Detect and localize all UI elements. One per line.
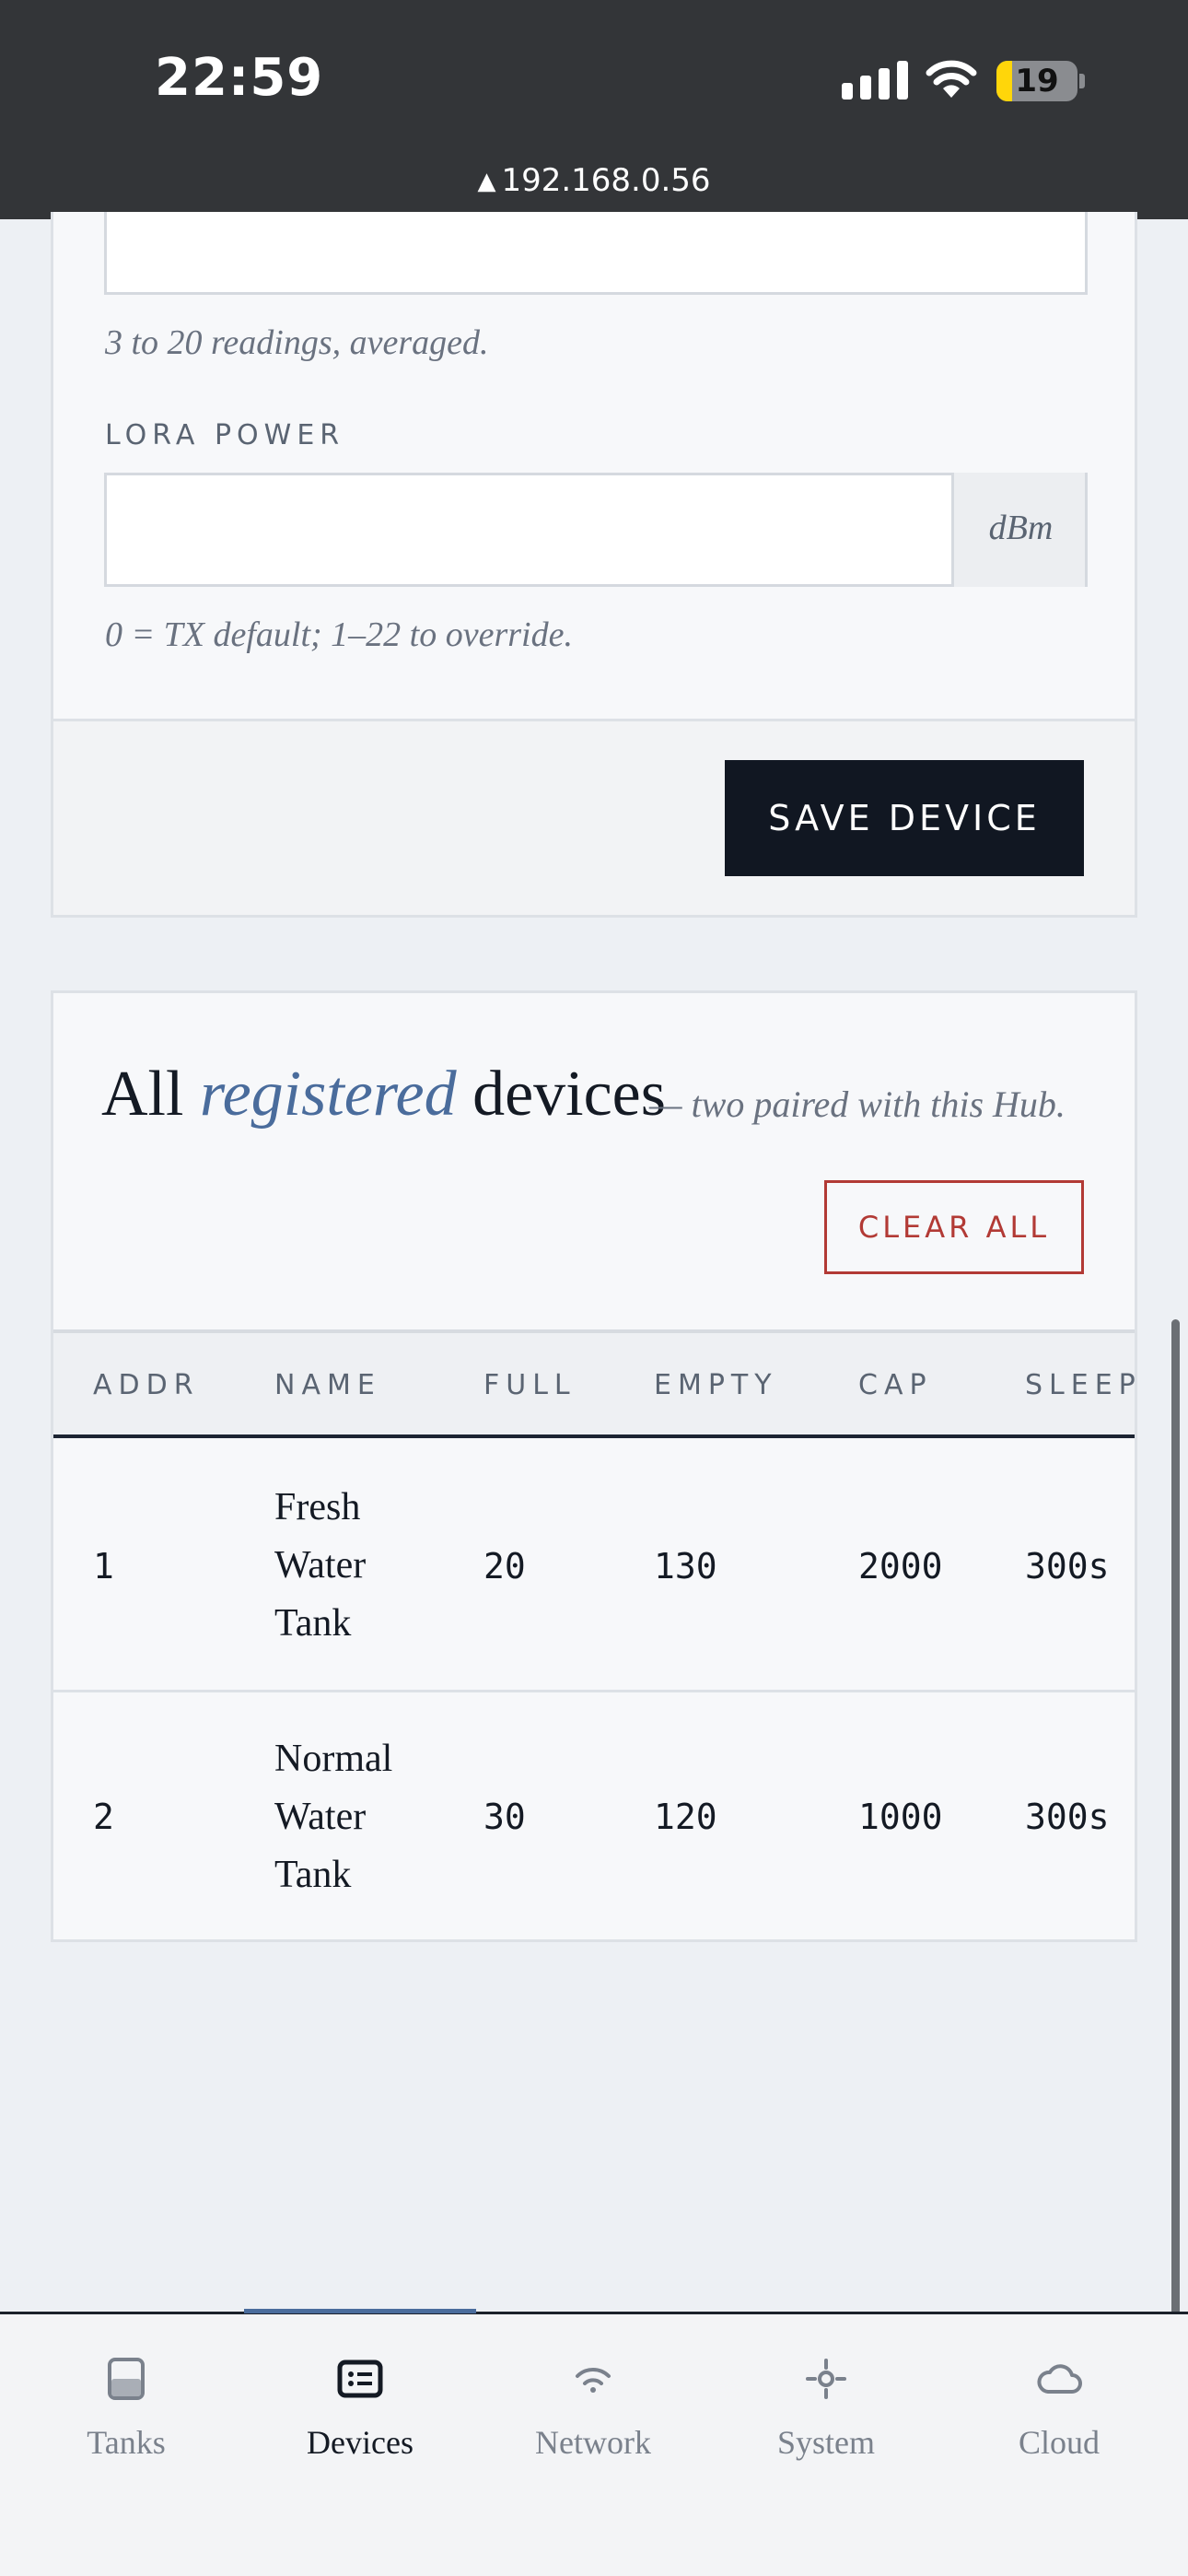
status-bar: 22:59 19 ▲ 192.168.0.56 <box>0 0 1188 219</box>
save-device-button[interactable]: SAVE DEVICE <box>725 760 1084 876</box>
battery-icon: 19 <box>996 61 1077 101</box>
device-settings-card: 3 to 20 readings, averaged. LORA POWER d… <box>51 212 1137 918</box>
tab-devices[interactable]: Devices <box>244 2342 476 2480</box>
tab-label: Tanks <box>87 2424 166 2461</box>
col-cap: CAP <box>858 1369 933 1401</box>
lora-power-unit: dBm <box>951 473 1088 587</box>
tab-label: Devices <box>307 2424 413 2461</box>
tab-cloud[interactable]: Cloud <box>943 2342 1175 2480</box>
tab-label: Network <box>535 2424 651 2461</box>
active-tab-indicator <box>244 2309 476 2313</box>
tab-system[interactable]: System <box>710 2342 942 2480</box>
title-highlight: registered <box>199 1059 457 1130</box>
clear-all-button[interactable]: CLEAR ALL <box>824 1180 1084 1274</box>
col-empty: EMPTY <box>654 1369 778 1401</box>
devices-icon <box>337 2359 383 2398</box>
col-sleep: SLEEP <box>1025 1369 1135 1401</box>
devices-table[interactable]: ADDR NAME FULL EMPTY CAP SLEEP 1 Fresh W… <box>53 1329 1135 1939</box>
lora-power-help: 0 = TX default; 1–22 to override. <box>105 615 573 654</box>
tab-tanks[interactable]: Tanks <box>10 2342 242 2480</box>
status-time: 22:59 <box>155 48 324 108</box>
cloud-icon <box>1037 2364 1082 2394</box>
cellular-signal-icon <box>842 61 908 100</box>
cell-cap: 1000 <box>858 1797 943 1837</box>
page-scrollbar[interactable] <box>1171 1319 1180 2416</box>
battery-level: 19 <box>1015 63 1059 100</box>
wifi-status-icon <box>926 60 977 98</box>
readings-input[interactable] <box>104 212 1088 295</box>
address-bar[interactable]: ▲ 192.168.0.56 <box>0 162 1188 199</box>
tab-network[interactable]: Network <box>477 2342 709 2480</box>
cell-addr: 1 <box>93 1545 114 1587</box>
devices-subtitle: — two paired with this Hub. <box>649 1083 1066 1125</box>
battery-cap <box>1079 74 1085 88</box>
title-suffix: devices <box>456 1059 666 1130</box>
card-footer: SAVE DEVICE <box>53 719 1135 915</box>
devices-title: All registered devices <box>101 1058 666 1131</box>
tab-label: System <box>776 2424 875 2461</box>
title-prefix: All <box>101 1059 200 1130</box>
col-full: FULL <box>483 1369 577 1401</box>
tank-icon <box>108 2358 145 2400</box>
wifi-icon <box>576 2367 611 2393</box>
url-text: 192.168.0.56 <box>501 162 711 199</box>
cell-addr: 2 <box>93 1797 114 1837</box>
readings-help: 3 to 20 readings, averaged. <box>105 323 489 362</box>
unit-border <box>1085 473 1088 587</box>
cell-sleep: 300s <box>1025 1545 1110 1587</box>
table-row[interactable]: 1 Fresh Water Tank 20 130 2000 300s <box>53 1442 1135 1692</box>
col-name: NAME <box>274 1369 381 1401</box>
col-addr: ADDR <box>93 1369 200 1401</box>
cell-name: Fresh Water Tank <box>274 1486 367 1645</box>
lora-power-input[interactable] <box>104 473 954 587</box>
cell-full: 20 <box>483 1545 526 1587</box>
bottom-tab-bar: Tanks Devices Network System Cloud <box>0 2309 1188 2576</box>
cell-sleep: 300s <box>1025 1797 1110 1837</box>
tab-label: Cloud <box>1018 2424 1100 2461</box>
cell-cap: 2000 <box>858 1545 943 1587</box>
table-row[interactable]: 2 Normal Water Tank 30 120 1000 300s <box>53 1693 1135 1939</box>
cell-name: Normal Water Tank <box>274 1737 393 1896</box>
system-icon <box>806 2359 846 2399</box>
table-header: ADDR NAME FULL EMPTY CAP SLEEP <box>53 1333 1135 1438</box>
registered-devices-card: All registered devices — two paired with… <box>51 990 1137 1942</box>
cell-full: 30 <box>483 1797 526 1837</box>
lora-power-label: LORA POWER <box>105 419 345 451</box>
cell-empty: 120 <box>654 1797 717 1837</box>
warning-icon: ▲ <box>477 168 496 195</box>
cell-empty: 130 <box>654 1545 717 1587</box>
